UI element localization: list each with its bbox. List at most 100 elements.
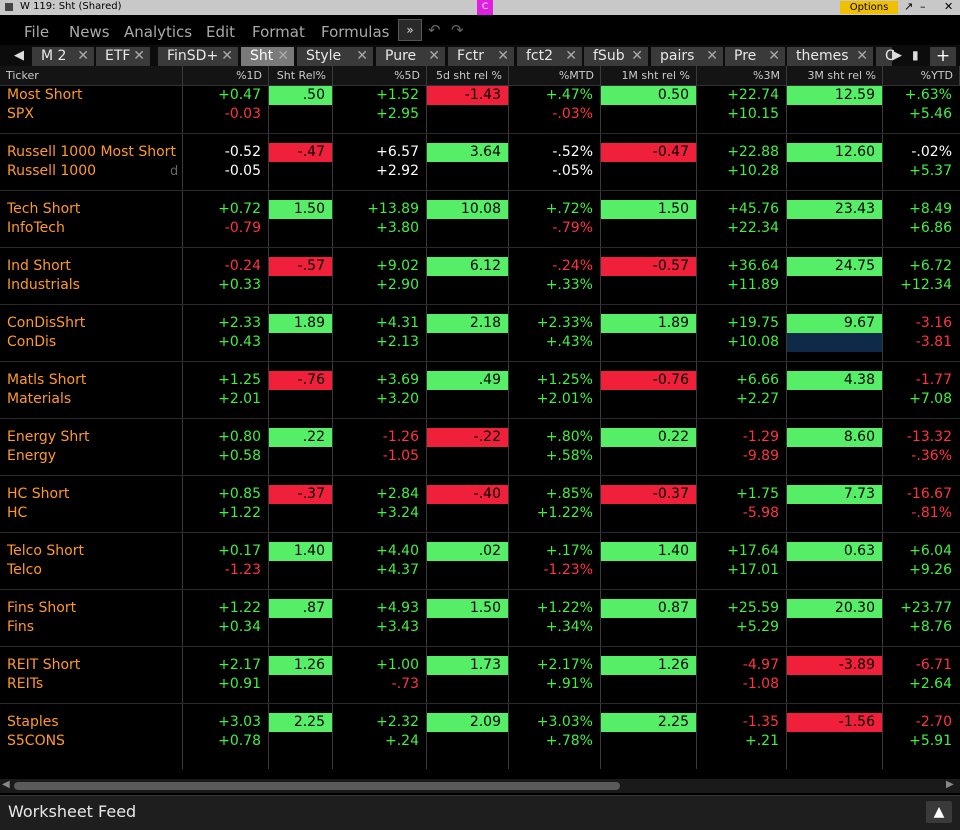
- cell-sht-rel[interactable]: .50: [269, 86, 332, 105]
- cell-mtd[interactable]: +3.03%: [509, 713, 600, 732]
- table-row[interactable]: InfoTech -0.79 +3.80 -.79% +22.34 +6.86: [0, 219, 960, 238]
- column-header-3m[interactable]: %3M: [697, 66, 787, 85]
- cell-mtd[interactable]: +1.22%: [509, 504, 600, 523]
- cell-3m-sht-rel[interactable]: [787, 561, 882, 580]
- cell-3m[interactable]: +22.74: [697, 86, 786, 105]
- table-row[interactable]: Materials +2.01 +3.20 +2.01% +2.27 +7.08: [0, 390, 960, 409]
- cell-mtd[interactable]: +.80%: [509, 428, 600, 447]
- ticker-cell[interactable]: Telco Short: [0, 542, 183, 561]
- cell-5d[interactable]: +1.52: [333, 86, 426, 105]
- menu-news[interactable]: News: [69, 23, 110, 41]
- cell-3m-sht-rel[interactable]: [787, 219, 882, 238]
- cell-5d-sht-rel[interactable]: 3.64: [427, 143, 508, 162]
- table-row[interactable]: HC Short +0.85 -.37 +2.84 -.40 +.85% -0.37 +1.7…: [0, 485, 960, 504]
- tab-close-icon[interactable]: ✕: [356, 47, 368, 66]
- cell-ytd[interactable]: -3.16: [883, 314, 959, 333]
- cell-1d[interactable]: +0.91: [183, 675, 268, 694]
- cell-5d-sht-rel[interactable]: [427, 504, 508, 523]
- table-row[interactable]: Telco -1.23 +4.37 -1.23% +17.01 +9.26: [0, 561, 960, 580]
- cell-1m-sht-rel[interactable]: -0.57: [601, 257, 696, 276]
- cell-sht-rel[interactable]: [269, 390, 332, 409]
- cell-sht-rel[interactable]: [269, 276, 332, 295]
- cell-mtd[interactable]: +.58%: [509, 447, 600, 466]
- cell-5d-sht-rel[interactable]: .02: [427, 542, 508, 561]
- cell-ytd[interactable]: +8.76: [883, 618, 959, 637]
- cell-5d[interactable]: +4.40: [333, 542, 426, 561]
- cell-3m[interactable]: +10.08: [697, 333, 786, 352]
- ticker-cell[interactable]: REITs: [0, 675, 183, 694]
- cell-3m[interactable]: +25.59: [697, 599, 786, 618]
- cell-ytd[interactable]: +5.46: [883, 105, 959, 124]
- cell-1m-sht-rel[interactable]: -0.37: [601, 485, 696, 504]
- cell-mtd[interactable]: -.03%: [509, 105, 600, 124]
- menu-analytics[interactable]: Analytics: [124, 23, 192, 41]
- column-header-3m-sht-rel[interactable]: 3M sht rel %: [787, 66, 883, 85]
- cell-5d-sht-rel[interactable]: [427, 561, 508, 580]
- cell-5d-sht-rel[interactable]: [427, 219, 508, 238]
- column-header-5d-sht-rel[interactable]: 5d sht rel %: [427, 66, 509, 85]
- tab-close-icon[interactable]: ✕: [133, 47, 145, 66]
- cell-ytd[interactable]: +6.72: [883, 257, 959, 276]
- cell-ytd[interactable]: +23.77: [883, 599, 959, 618]
- c-button[interactable]: C: [477, 0, 493, 15]
- cell-5d[interactable]: +2.13: [333, 333, 426, 352]
- add-tab-button[interactable]: +: [930, 47, 956, 66]
- ticker-cell[interactable]: Telco: [0, 561, 183, 580]
- ticker-cell[interactable]: Energy: [0, 447, 183, 466]
- cell-1m-sht-rel[interactable]: 1.50: [601, 200, 696, 219]
- minimize-icon[interactable]: –: [920, 0, 926, 13]
- cell-3m-sht-rel[interactable]: [787, 162, 882, 181]
- cell-1d[interactable]: +0.43: [183, 333, 268, 352]
- cell-3m-sht-rel[interactable]: 23.43: [787, 200, 882, 219]
- menu-overflow-icon[interactable]: »: [398, 19, 422, 41]
- cell-ytd[interactable]: -1.77: [883, 371, 959, 390]
- cell-ytd[interactable]: -16.67: [883, 485, 959, 504]
- cell-3m[interactable]: +10.15: [697, 105, 786, 124]
- cell-3m-sht-rel[interactable]: 12.60: [787, 143, 882, 162]
- cell-mtd[interactable]: +.34%: [509, 618, 600, 637]
- cell-5d[interactable]: +6.57: [333, 143, 426, 162]
- cell-3m[interactable]: +45.76: [697, 200, 786, 219]
- ticker-cell[interactable]: SPX: [0, 105, 183, 124]
- cell-mtd[interactable]: -.52%: [509, 143, 600, 162]
- cell-mtd[interactable]: -.24%: [509, 257, 600, 276]
- tab-close-icon[interactable]: ✕: [428, 47, 440, 66]
- cell-3m-sht-rel[interactable]: [787, 447, 882, 466]
- cell-mtd[interactable]: +1.22%: [509, 599, 600, 618]
- cell-3m-sht-rel[interactable]: [787, 333, 882, 352]
- cell-1m-sht-rel[interactable]: 2.25: [601, 713, 696, 732]
- cell-1d[interactable]: +0.47: [183, 86, 268, 105]
- tab-close-icon[interactable]: ✕: [77, 47, 89, 66]
- cell-3m[interactable]: +1.75: [697, 485, 786, 504]
- ticker-cell[interactable]: Russell 1000 Most Short: [0, 143, 183, 162]
- cell-5d-sht-rel[interactable]: [427, 105, 508, 124]
- column-header-sht-rel[interactable]: Sht Rel%: [269, 66, 333, 85]
- table-row[interactable]: Fins +0.34 +3.43 +.34% +5.29 +8.76: [0, 618, 960, 637]
- tab-close-icon[interactable]: ✕: [706, 47, 718, 66]
- ticker-cell[interactable]: InfoTech: [0, 219, 183, 238]
- cell-3m[interactable]: +17.01: [697, 561, 786, 580]
- scrollbar-thumb[interactable]: [14, 782, 620, 790]
- cell-3m[interactable]: -1.29: [697, 428, 786, 447]
- tab-finsd-[interactable]: FinSD+ ✕: [158, 47, 238, 66]
- ticker-cell[interactable]: Staples: [0, 713, 183, 732]
- menu-formulas[interactable]: Formulas: [321, 23, 389, 41]
- cell-ytd[interactable]: +5.91: [883, 732, 959, 751]
- cell-5d-sht-rel[interactable]: 2.09: [427, 713, 508, 732]
- cell-ytd[interactable]: -3.81: [883, 333, 959, 352]
- ticker-cell[interactable]: Most Short: [0, 86, 183, 105]
- ticker-cell[interactable]: HC: [0, 504, 183, 523]
- cell-3m-sht-rel[interactable]: [787, 390, 882, 409]
- cell-3m[interactable]: +36.64: [697, 257, 786, 276]
- cell-5d-sht-rel[interactable]: .49: [427, 371, 508, 390]
- ticker-cell[interactable]: ConDisShrt: [0, 314, 183, 333]
- column-header-ytd[interactable]: %YTD: [883, 66, 960, 85]
- cell-1m-sht-rel[interactable]: 1.40: [601, 542, 696, 561]
- cell-sht-rel[interactable]: [269, 561, 332, 580]
- cell-ytd[interactable]: +9.26: [883, 561, 959, 580]
- cell-5d[interactable]: +9.02: [333, 257, 426, 276]
- horizontal-scrollbar[interactable]: ◀ ▶: [0, 779, 960, 793]
- close-icon[interactable]: ✕: [944, 0, 953, 13]
- ticker-cell[interactable]: Energy Shrt: [0, 428, 183, 447]
- cell-1d[interactable]: +1.22: [183, 504, 268, 523]
